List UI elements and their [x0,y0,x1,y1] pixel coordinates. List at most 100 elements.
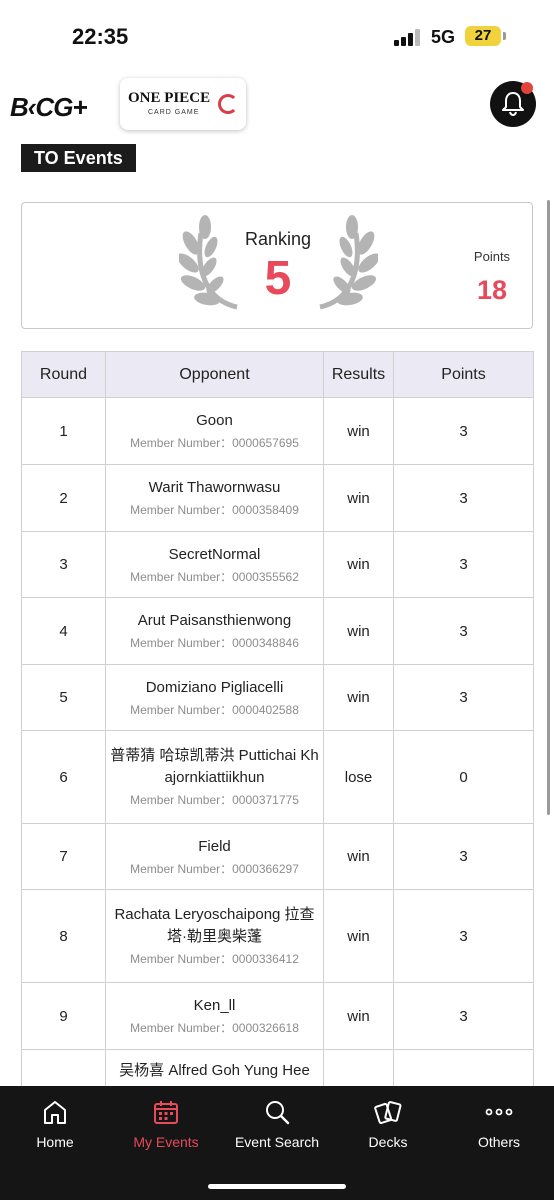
round-cell: 7 [21,823,106,890]
member-number: Member Number：0000402588 [130,702,299,717]
table-row: 2 Warit Thawornwasu Member Number：0000358… [21,464,534,532]
opponent-name: Field [198,837,231,855]
result-cell: win [323,823,394,890]
ranking-value: 5 [264,252,292,305]
points-cell: 3 [393,597,534,665]
round-cell: 2 [21,464,106,532]
points-cell: 3 [393,464,534,532]
header-opponent: Opponent [105,351,324,398]
member-number: Member Number：0000336412 [130,952,299,966]
nav-others[interactable]: Others [444,1086,554,1166]
search-icon [266,1101,290,1125]
round-cell: 6 [21,730,106,824]
bcg-plus-logo[interactable]: B‹CG+ [10,92,88,123]
round-cell: 8 [21,889,106,983]
table-row: 6 普蒂猜 哈琼凯蒂洪 Puttichai Khajornkiattiikhun… [21,730,534,824]
opponent-name: SecretNormal [168,545,261,563]
opponent-cell: SecretNormal Member Number：0000355562 [105,531,324,598]
opponent-cell: 普蒂猜 哈琼凯蒂洪 Puttichai Khajornkiattiikhun Me… [105,730,324,824]
nav-event-search[interactable]: Event Search [222,1086,332,1166]
opponent-name: 普蒂猜 哈琼凯蒂洪 Puttichai Khajornkiattiikhun [110,747,319,786]
cards-icon [374,1101,402,1125]
round-cell: 4 [21,597,106,665]
nav-label: Home [36,1134,74,1150]
battery-cap [503,32,506,40]
points-cell: 3 [393,531,534,598]
nav-decks[interactable]: Decks [333,1086,443,1166]
points-cell: 3 [393,664,534,731]
opponent-cell: Goon Member Number：0000657695 [105,397,324,465]
opponent-cell: Warit Thawornwasu Member Number：000035840… [105,464,324,532]
home-indicator[interactable] [208,1184,346,1189]
ranking-label: Ranking [244,229,312,249]
page-title: TO Events [21,144,136,172]
opponent-name: 吴杨喜 Alfred Goh Yung Hee [119,1062,310,1079]
member-number: Member Number：0000358409 [130,503,299,517]
home-icon [44,1101,66,1124]
notification-badge [521,82,533,94]
table-row: 4 Arut Paisansthienwong Member Number：000… [21,597,534,665]
member-number: Member Number：0000366297 [130,861,299,876]
refresh-ring-icon [218,94,238,114]
nav-home[interactable]: Home [0,1086,110,1166]
opponent-name: Ken_ll [193,997,236,1014]
member-number: Member Number：0000371775 [130,793,299,807]
one-piece-subtitle: CARD GAME [148,109,200,116]
round-cell: 9 [21,982,106,1050]
table-row: 1 Goon Member Number：0000657695 win 3 [21,397,534,465]
opponent-name: Arut Paisansthienwong [137,612,292,629]
nav-label: Event Search [234,1134,320,1150]
status-bar: 22:35 5G 27 [0,0,554,72]
network-type: 5G [431,27,456,47]
points-cell: 0 [393,730,534,824]
opponent-name: Warit Thawornwasu [148,479,281,496]
result-cell: win [323,464,394,532]
table-row: 3 SecretNormal Member Number：0000355562 w… [21,531,534,598]
member-number: Member Number：0000355562 [130,569,299,584]
table-row: 5 Domiziano Pigliacelli Member Number：000… [21,664,534,731]
points-cell: 3 [393,823,534,890]
points-value: 18 [476,275,508,305]
result-cell: win [323,664,394,731]
result-cell: lose [323,730,394,824]
table-row: 9 Ken_ll Member Number：0000326618 win 3 [21,982,534,1050]
nav-label: My Events [133,1134,199,1150]
opponent-name: Goon [196,412,233,429]
scrollbar[interactable] [547,200,550,815]
member-number: Member Number：0000326618 [130,1021,299,1035]
more-icon [485,1108,513,1116]
bottom-nav: Home My Events Event Search Decks Others [0,1086,554,1200]
result-cell: win [323,531,394,598]
status-time: 22:35 [72,24,129,49]
table-row: 7 Field Member Number：0000366297 win 3 [21,823,534,890]
opponent-cell: Arut Paisansthienwong Member Number：00003… [105,597,324,665]
points-cell: 3 [393,889,534,983]
app-header: B‹CG+ ONE PIECE CARD GAME [0,72,554,142]
member-number: Member Number：0000348846 [130,636,299,650]
one-piece-card-game-logo[interactable]: ONE PIECE CARD GAME [120,78,246,130]
header-points: Points [393,351,534,398]
opponent-cell: Ken_ll Member Number：0000326618 [105,982,324,1050]
result-cell: win [323,597,394,665]
points-cell: 3 [393,397,534,465]
nav-label: Decks [368,1134,408,1150]
calendar-icon [154,1101,178,1124]
round-cell: 1 [21,397,106,465]
points-label: Points [473,249,511,264]
table-row: 8 Rachata Leryoschaipong 拉查塔·勒里奥柴蓬 Member… [21,889,534,983]
battery-icon: 27 [465,26,501,46]
opponent-cell: Field Member Number：0000366297 [105,823,324,890]
header-results: Results [323,351,394,398]
member-number: Member Number：0000657695 [130,436,299,450]
round-cell: 3 [21,531,106,598]
table-header-row: Round Opponent Results Points [21,351,534,398]
opponent-cell: Rachata Leryoschaipong 拉查塔·勒里奥柴蓬 Member N… [105,889,324,983]
bell-icon [502,92,524,117]
result-cell: win [323,889,394,983]
result-cell: win [323,397,394,465]
opponent-cell: Domiziano Pigliacelli Member Number：00004… [105,664,324,731]
table-body: 1 Goon Member Number：0000657695 win 3 2 W… [21,397,534,1116]
opponent-name: Rachata Leryoschaipong 拉查塔·勒里奥柴蓬 [114,906,315,945]
nav-my-events[interactable]: My Events [111,1086,221,1166]
result-cell: win [323,982,394,1050]
